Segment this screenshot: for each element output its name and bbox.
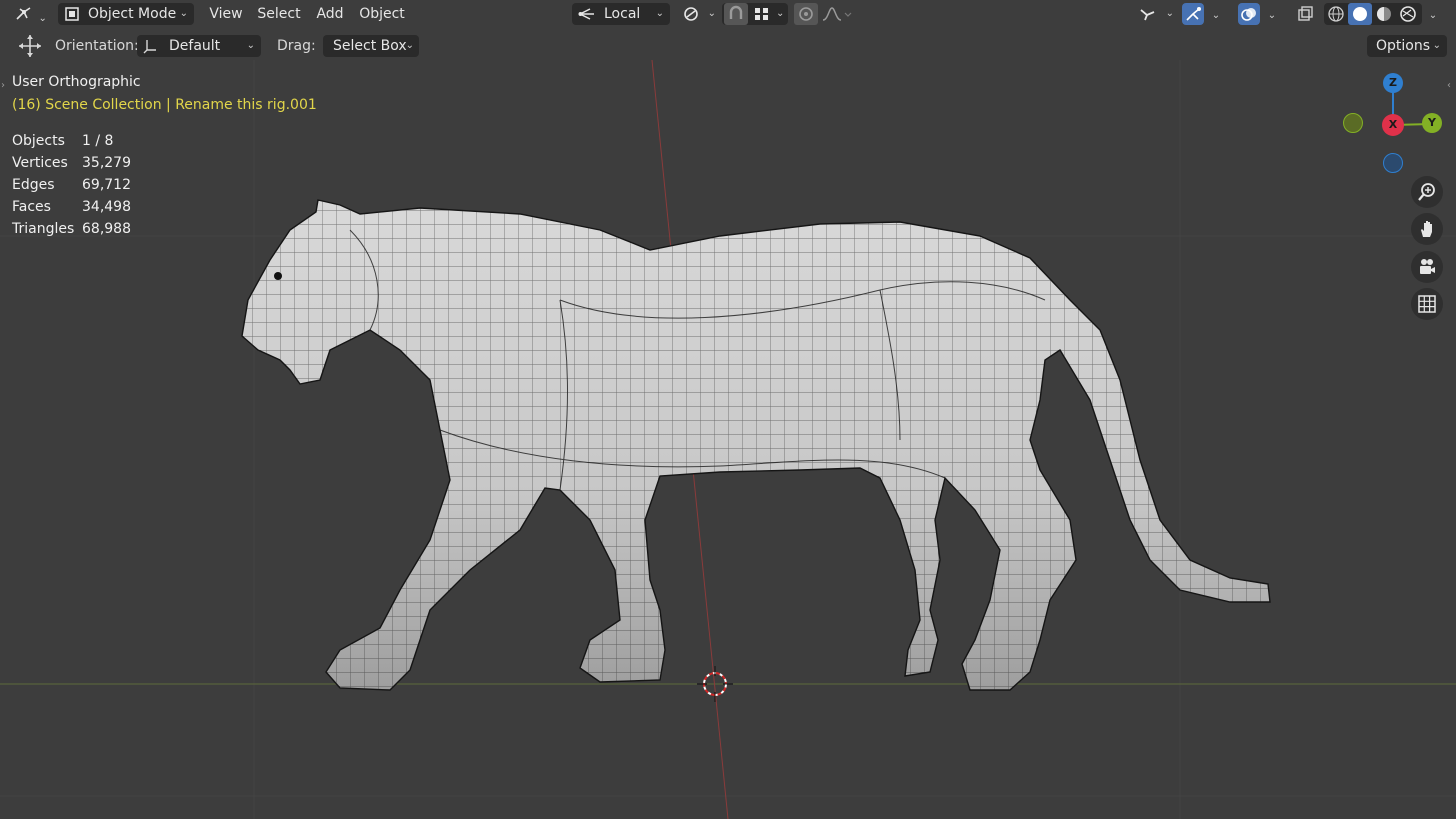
chevron-down-icon: ⌄ [776, 8, 785, 19]
chevron-down-icon: ⌄ [179, 8, 188, 19]
object-mode-icon [64, 6, 80, 29]
active-tool-button[interactable] [14, 32, 48, 60]
snap-increment-icon [755, 8, 768, 20]
scene-statistics: Objects 1 / 8 Vertices 35,279 Edges 69,712 … [12, 130, 152, 240]
stat-row-faces: Faces 34,498 [12, 199, 131, 215]
shading-material-button[interactable] [1372, 3, 1396, 25]
pan-button[interactable] [1411, 213, 1443, 245]
toggle-perspective-button[interactable] [1411, 288, 1443, 320]
snap-element-button[interactable] [750, 3, 774, 25]
stat-row-vertices: Vertices 35,279 [12, 155, 131, 171]
pan-hand-icon [1421, 221, 1432, 237]
gizmo-axis-x[interactable]: X [1382, 114, 1404, 136]
toolbar-expand-arrow[interactable]: › [1, 80, 9, 96]
chevron-down-icon: ⌄ [1165, 8, 1174, 19]
chevron-down-icon: ⌄ [707, 8, 716, 19]
chevron-down-icon: ⌄ [405, 40, 414, 51]
gizmo-axis-z[interactable]: Z [1383, 73, 1403, 93]
stat-row-edges: Edges 69,712 [12, 177, 131, 193]
shading-solid-icon [1353, 7, 1367, 21]
collection-info: (16) Scene Collection | Rename this rig.… [12, 97, 317, 113]
shading-rendered-button[interactable] [1396, 3, 1420, 25]
grid-icon [1418, 295, 1436, 313]
pivot-point-dropdown[interactable]: Local ⌄ [572, 3, 670, 25]
camera-icon [1420, 259, 1435, 274]
shading-wireframe-button[interactable] [1324, 3, 1348, 25]
viewport-header: ⌄ Object Mode ⌄ View Select Add Object L… [0, 0, 1456, 28]
xray-toggle[interactable] [1294, 3, 1316, 25]
chevron-down-icon: ⌄ [246, 40, 255, 51]
mode-dropdown[interactable]: Object Mode ⌄ [58, 3, 194, 25]
pivot-label: Local [604, 6, 641, 22]
snapping-group: ⌄ [722, 3, 788, 25]
link-icon [682, 6, 700, 29]
chevron-down-icon: ⌄ [1267, 10, 1277, 21]
menu-object[interactable]: Object [356, 3, 408, 25]
overlays-toggle[interactable] [1238, 3, 1260, 25]
chevron-down-icon: ⌄ [1211, 10, 1221, 21]
orientation-value: Default [169, 38, 221, 54]
move-tool-icon [19, 35, 41, 57]
chevron-down-icon: ⌄ [1432, 40, 1441, 51]
mode-label: Object Mode [88, 6, 177, 22]
gizmo-axis-neg-y[interactable] [1343, 113, 1363, 133]
gizmo-icon [1184, 5, 1202, 30]
editor-type-button[interactable]: ⌄ [12, 3, 48, 25]
drag-value: Select Box [333, 38, 407, 54]
gizmo-axis-neg-z[interactable] [1383, 153, 1403, 173]
3d-viewport[interactable] [0, 0, 1456, 819]
gizmo-toggle[interactable] [1182, 3, 1204, 25]
transform-orientation-icon [578, 6, 596, 29]
selectability-visibility-button[interactable]: ⌄ [1136, 3, 1176, 25]
tiger-mesh [241, 199, 1271, 691]
falloff-button[interactable] [820, 3, 854, 25]
orientation-axes-icon [142, 38, 158, 61]
xray-icon [1296, 5, 1314, 30]
snap-target-button[interactable]: ⌄ [678, 3, 718, 25]
zoom-button[interactable] [1411, 176, 1443, 208]
editor-type-icon [12, 3, 34, 31]
shading-wire-icon [1328, 6, 1344, 22]
shading-dropdown[interactable]: ⌄ [1424, 3, 1442, 25]
shading-material-icon [1377, 7, 1391, 21]
menu-add[interactable]: Add [312, 3, 348, 25]
stat-row-objects: Objects 1 / 8 [12, 133, 114, 149]
options-label: Options [1376, 38, 1431, 54]
gizmo-dropdown[interactable]: ⌄ [1206, 3, 1226, 25]
shading-group [1324, 3, 1422, 25]
gizmo-axis-y[interactable]: Y [1422, 113, 1442, 133]
drag-dropdown[interactable]: Select Box ⌄ [323, 35, 419, 57]
shading-rendered-icon [1400, 6, 1416, 22]
proportional-group [794, 3, 858, 25]
drag-label: Drag: [277, 38, 316, 54]
menu-view[interactable]: View [204, 3, 248, 25]
options-dropdown[interactable]: Options ⌄ [1367, 35, 1447, 57]
menu-select[interactable]: Select [254, 3, 304, 25]
viewport-scene [0, 59, 1456, 819]
orientation-label: Orientation: [55, 38, 139, 54]
snap-icon [729, 5, 743, 19]
view-name: User Orthographic [12, 74, 141, 90]
snap-toggle[interactable] [724, 3, 748, 25]
chevron-down-icon: ⌄ [655, 8, 664, 19]
overlays-dropdown[interactable]: ⌄ [1262, 3, 1282, 25]
falloff-curve-icon [822, 7, 852, 21]
shading-solid-button[interactable] [1348, 3, 1372, 25]
camera-view-button[interactable] [1411, 251, 1443, 283]
orientation-dropdown[interactable]: Default ⌄ [137, 35, 261, 57]
chevron-down-icon: ⌄ [1428, 10, 1438, 21]
stat-row-triangles: Triangles 68,988 [12, 221, 131, 237]
chevron-down-icon: ⌄ [38, 13, 47, 24]
overlay-icon [1240, 5, 1258, 30]
proportional-toggle[interactable] [794, 3, 818, 25]
proportional-icon [799, 7, 813, 21]
zoom-icon [1418, 183, 1435, 201]
visibility-icon [1138, 6, 1158, 29]
